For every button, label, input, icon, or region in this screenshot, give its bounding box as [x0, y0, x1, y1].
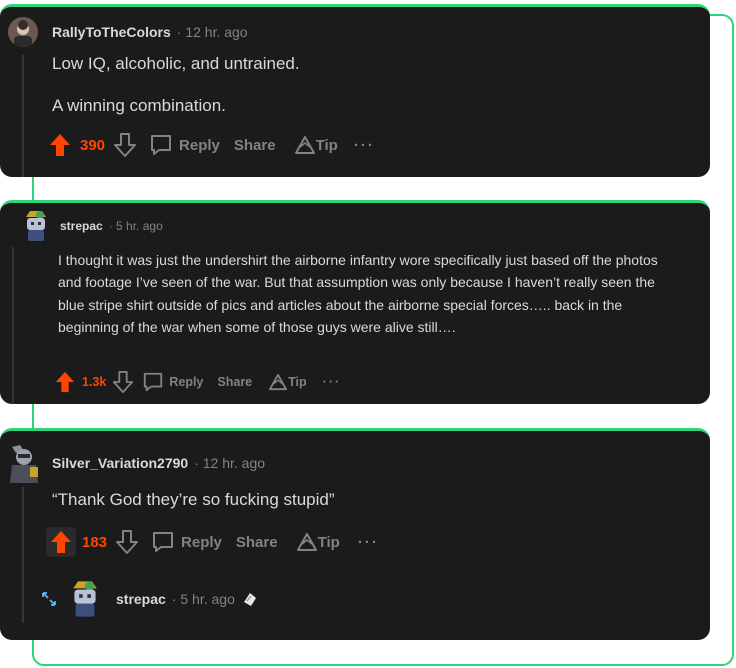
downvote-button[interactable]: [112, 370, 134, 394]
more-options-button[interactable]: ···: [358, 534, 379, 551]
expand-arrows-svg: [42, 592, 56, 606]
username[interactable]: RallyToTheColors: [52, 24, 171, 40]
user-avatar-icon: [8, 17, 38, 47]
tip-label: Tip: [315, 136, 338, 154]
timestamp[interactable]: · 5 hr. ago: [172, 591, 235, 607]
username[interactable]: strepac: [60, 219, 103, 233]
tip-button[interactable]: Tip: [268, 373, 307, 391]
timestamp[interactable]: · 12 hr. ago: [194, 455, 265, 471]
downvote-button[interactable]: [113, 132, 137, 158]
upvote-button[interactable]: [48, 132, 72, 158]
username[interactable]: strepac: [116, 591, 166, 607]
comment-paragraph: A winning combination.: [52, 96, 226, 115]
comment-body: “Thank God they’re so fucking stupid”: [52, 489, 692, 511]
upvote-button[interactable]: [54, 370, 76, 394]
share-button[interactable]: Share: [234, 137, 276, 154]
comment-body: Low IQ, alcoholic, and untrained. A winn…: [52, 53, 692, 117]
comment-bubble-icon: [144, 372, 163, 392]
user-avatar-icon: [10, 445, 38, 483]
avatar[interactable]: [68, 579, 102, 619]
upvote-button[interactable]: [46, 527, 76, 557]
share-button[interactable]: Share: [236, 534, 278, 551]
downvote-arrow-icon: [114, 133, 137, 157]
comment-card-2: strepac · 5 hr. ago I thought it was jus…: [0, 200, 710, 404]
comment-actions: 183 Reply Share Tip ···: [46, 527, 379, 557]
tip-triangle-icon: [296, 533, 317, 551]
downvote-arrow-icon: [113, 370, 134, 393]
comment-paragraph: “Thank God they’re so fucking stupid”: [52, 490, 335, 509]
user-avatar-icon: [26, 211, 46, 241]
reply-button[interactable]: Reply: [142, 371, 203, 393]
avatar[interactable]: [6, 443, 42, 483]
reply-button[interactable]: Reply: [151, 530, 222, 554]
comment-header: RallyToTheColors · 12 hr. ago: [8, 17, 248, 47]
vote-count: 1.3k: [82, 375, 107, 389]
upvote-arrow-icon: [55, 371, 75, 393]
tip-button[interactable]: Tip: [294, 135, 338, 155]
thread-line[interactable]: [22, 487, 24, 623]
upvote-arrow-icon: [51, 531, 71, 553]
expand-arrows-icon[interactable]: [40, 590, 58, 608]
more-options-button[interactable]: ···: [354, 137, 375, 154]
upvote-arrow-icon: [50, 134, 70, 156]
more-options-button[interactable]: ···: [323, 375, 342, 389]
share-button[interactable]: Share: [217, 375, 252, 389]
thread-line[interactable]: [12, 247, 14, 404]
comment-card-3: Silver_Variation2790 · 12 hr. ago “Thank…: [0, 428, 710, 640]
reply-label: Reply: [169, 375, 204, 389]
comment-actions: 1.3k Reply Share Tip ···: [54, 369, 341, 395]
collapsed-reply: strepac · 5 hr. ago: [40, 579, 259, 619]
timestamp[interactable]: · 5 hr. ago: [109, 219, 163, 233]
downvote-button[interactable]: [115, 529, 139, 555]
username[interactable]: Silver_Variation2790: [52, 455, 188, 471]
reply-label: Reply: [179, 136, 220, 154]
thread-line[interactable]: [22, 55, 24, 177]
tip-label: Tip: [317, 533, 340, 551]
comment-header: strepac · 5 hr. ago: [22, 209, 163, 243]
reply-label: Reply: [181, 533, 222, 551]
comment-paragraph: I thought it was just the undershirt the…: [58, 252, 658, 336]
comment-body: I thought it was just the undershirt the…: [58, 249, 668, 339]
downvote-arrow-icon: [116, 530, 139, 554]
comment-paragraph: Low IQ, alcoholic, and untrained.: [52, 54, 300, 73]
tip-triangle-icon: [269, 373, 288, 391]
reply-button[interactable]: Reply: [149, 133, 220, 157]
comment-bubble-icon: [151, 135, 172, 155]
tip-button[interactable]: Tip: [296, 532, 340, 552]
vote-count: 390: [80, 136, 106, 154]
comment-bubble-icon: [153, 532, 174, 552]
vote-count: 183: [82, 533, 108, 551]
comment-card-1: RallyToTheColors · 12 hr. ago Low IQ, al…: [0, 4, 710, 177]
tip-label: Tip: [288, 375, 307, 389]
comment-header: Silver_Variation2790 · 12 hr. ago: [6, 443, 265, 483]
avatar[interactable]: [8, 17, 38, 47]
timestamp[interactable]: · 12 hr. ago: [177, 24, 248, 40]
award-svg: [243, 593, 256, 606]
avatar[interactable]: [22, 209, 50, 243]
award-icon: [241, 590, 259, 608]
user-avatar-icon: [73, 581, 97, 617]
comment-actions: 390 Reply Share Tip ···: [48, 131, 375, 159]
tip-triangle-icon: [294, 136, 315, 154]
